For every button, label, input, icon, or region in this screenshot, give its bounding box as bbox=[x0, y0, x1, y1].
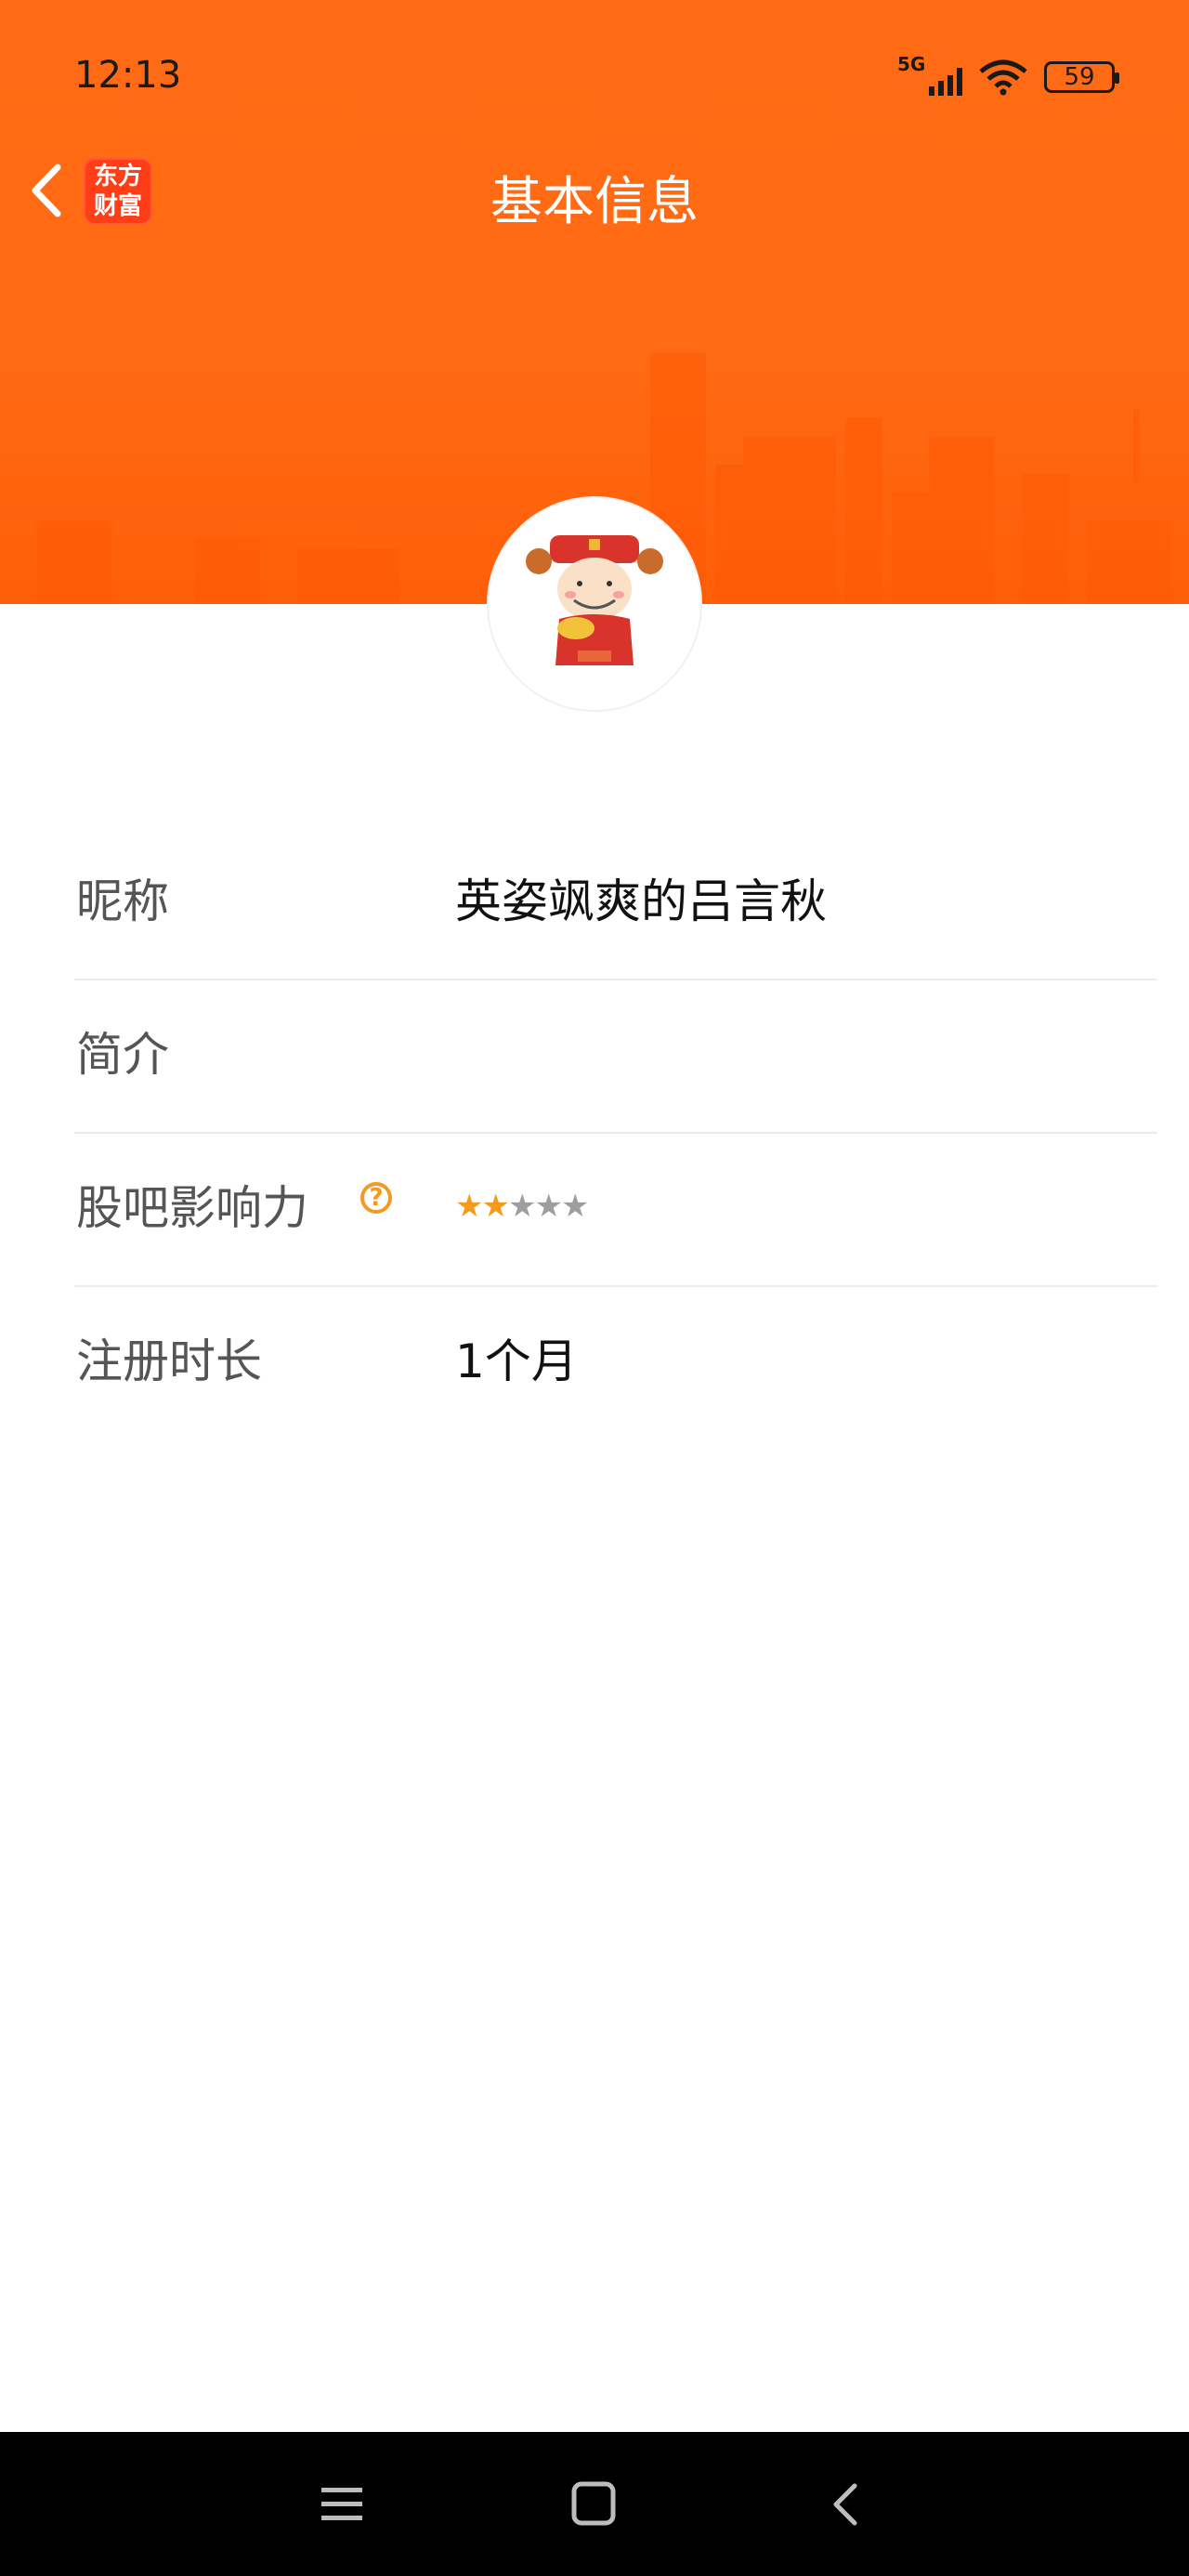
menu-icon[interactable] bbox=[316, 2478, 372, 2530]
avatar-image bbox=[489, 498, 700, 710]
wifi-icon bbox=[979, 59, 1027, 96]
bio-label: 简介 bbox=[76, 1028, 169, 1082]
registration-value: 1个月 bbox=[455, 1334, 578, 1388]
network-type: 5G bbox=[897, 53, 926, 75]
row-registration[interactable]: 注册时长 1个月 bbox=[74, 1287, 1157, 1439]
registration-label: 注册时长 bbox=[76, 1334, 262, 1388]
battery-icon: 59 bbox=[1044, 61, 1119, 93]
nav-bar: 东方 财富 基本信息 bbox=[0, 139, 1189, 242]
battery-level: 59 bbox=[1064, 63, 1095, 91]
avatar[interactable] bbox=[489, 498, 700, 710]
influence-stars: ★★★★★ bbox=[455, 1188, 590, 1225]
signal-icon: 5G bbox=[897, 53, 962, 96]
influence-label: 股吧影响力 bbox=[76, 1181, 308, 1235]
status-time: 12:13 bbox=[74, 54, 182, 97]
info-list: 昵称 英姿飒爽的吕言秋 简介 股吧影响力 ? ★★★★★ 注册时长 1个月 bbox=[74, 827, 1157, 1439]
row-nickname[interactable]: 昵称 英姿飒爽的吕言秋 bbox=[74, 827, 1157, 980]
home-icon[interactable] bbox=[567, 2478, 622, 2530]
nickname-label: 昵称 bbox=[76, 874, 169, 928]
star-icon: ★ bbox=[534, 1188, 563, 1225]
star-icon: ★ bbox=[560, 1188, 590, 1225]
star-icon: ★ bbox=[507, 1188, 537, 1225]
status-bar: 12:13 5G 59 bbox=[0, 0, 1189, 158]
page-title: 基本信息 bbox=[490, 172, 699, 232]
star-icon: ★ bbox=[455, 1188, 484, 1225]
back-icon[interactable] bbox=[819, 2478, 875, 2530]
system-nav-bar bbox=[0, 2432, 1189, 2576]
star-icon: ★ bbox=[481, 1188, 510, 1225]
row-influence[interactable]: 股吧影响力 ? ★★★★★ bbox=[74, 1134, 1157, 1287]
row-bio[interactable]: 简介 bbox=[74, 980, 1157, 1134]
help-icon[interactable]: ? bbox=[360, 1182, 392, 1214]
nickname-value: 英姿飒爽的吕言秋 bbox=[455, 874, 827, 928]
